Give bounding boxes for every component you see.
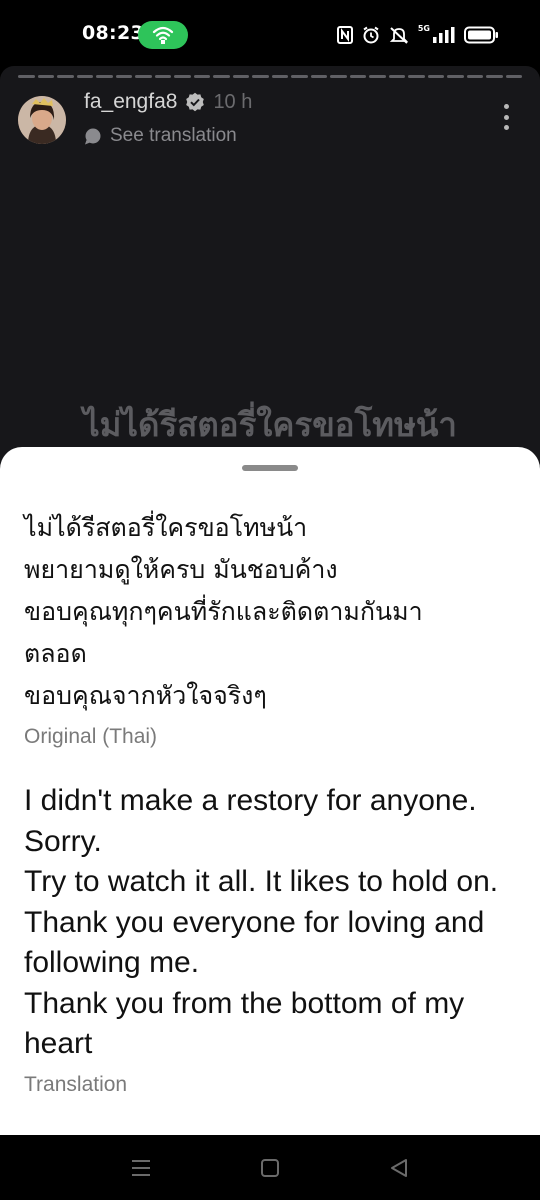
sheet-grab-handle[interactable] xyxy=(242,465,298,471)
progress-segment xyxy=(252,75,269,78)
progress-segment xyxy=(193,75,210,78)
original-line: ตลอด xyxy=(24,639,87,668)
status-time: 08:23 xyxy=(82,22,144,44)
more-options-icon[interactable] xyxy=(498,102,514,132)
progress-segment xyxy=(213,75,230,78)
progress-segment xyxy=(232,75,249,78)
progress-segment xyxy=(505,75,522,78)
nfc-icon xyxy=(336,26,353,44)
mute-icon xyxy=(389,27,409,44)
translated-text-block: I didn't make a restory for anyone. Sorr… xyxy=(24,781,524,1099)
translated-line: heart xyxy=(24,1027,93,1060)
translated-line: following me. xyxy=(24,946,200,979)
translated-line: I didn't make a restory for anyone. xyxy=(24,784,477,817)
story-overlay-text: ไม่ได้รีสตอรี่ใครขอโทษน้า xyxy=(83,405,457,444)
progress-segment xyxy=(18,75,35,78)
progress-segment xyxy=(271,75,288,78)
see-translation-link[interactable]: See translation xyxy=(84,125,237,147)
progress-segment xyxy=(96,75,113,78)
see-translation-label: See translation xyxy=(110,125,237,146)
status-icons: 5G xyxy=(336,22,498,48)
story-viewer[interactable]: fa_engfa8 10 h See translation ไม่ได้รีส… xyxy=(0,66,540,466)
progress-segment xyxy=(135,75,152,78)
progress-segment xyxy=(466,75,483,78)
menu-icon[interactable] xyxy=(128,1155,154,1181)
progress-segment xyxy=(57,75,74,78)
original-line: ขอบคุณจากหัวใจจริงๆ xyxy=(24,681,267,710)
story-username[interactable]: fa_engfa8 xyxy=(84,90,177,114)
progress-segment xyxy=(447,75,464,78)
progress-segment xyxy=(310,75,327,78)
progress-segment xyxy=(349,75,366,78)
progress-segment xyxy=(388,75,405,78)
system-nav-bar xyxy=(0,1135,540,1200)
translated-caption: Translation xyxy=(24,1072,128,1096)
progress-segment xyxy=(369,75,386,78)
alarm-icon xyxy=(363,26,379,44)
progress-segment xyxy=(154,75,171,78)
progress-segment xyxy=(115,75,132,78)
original-line: พยายามดูให้ครบ มันชอบค้าง xyxy=(24,555,338,584)
progress-segment xyxy=(291,75,308,78)
verified-badge-icon xyxy=(186,92,205,112)
translation-sheet: ไม่ได้รีสตอรี่ใครขอโทษน้า พยายามดูให้ครบ… xyxy=(0,447,540,1135)
home-icon[interactable] xyxy=(257,1155,283,1181)
progress-segment xyxy=(37,75,54,78)
translated-line: Sorry. xyxy=(24,824,102,858)
story-post-time: 10 h xyxy=(213,90,253,113)
battery-icon xyxy=(464,26,498,44)
network-type: 5G xyxy=(417,23,430,33)
progress-segment xyxy=(76,75,93,78)
original-text-block: ไม่ได้รีสตอรี่ใครขอโทษน้า พยายามดูให้ครบ… xyxy=(24,507,524,751)
progress-segment xyxy=(486,75,503,78)
progress-segment xyxy=(174,75,191,78)
original-line: ไม่ได้รีสตอรี่ใครขอโทษน้า xyxy=(24,513,308,542)
hotspot-icon[interactable] xyxy=(138,21,188,49)
translate-bubble-icon xyxy=(85,128,101,145)
progress-segment xyxy=(408,75,425,78)
original-caption: Original (Thai) xyxy=(24,725,158,748)
status-bar: 08:23 5G xyxy=(0,0,540,66)
translated-line: Thank you everyone for loving and xyxy=(24,905,485,939)
story-progress-bar xyxy=(18,75,522,78)
signal-icon xyxy=(433,27,455,43)
original-line: ขอบคุณทุกๆคนที่รักและติดตามกันมา xyxy=(24,597,423,626)
translated-line: Try to watch it all. It likes to hold on… xyxy=(24,865,499,898)
avatar[interactable] xyxy=(18,96,66,144)
translated-line: Thank you from the bottom of my xyxy=(24,986,465,1020)
progress-segment xyxy=(330,75,347,78)
progress-segment xyxy=(427,75,444,78)
back-icon[interactable] xyxy=(386,1155,412,1181)
